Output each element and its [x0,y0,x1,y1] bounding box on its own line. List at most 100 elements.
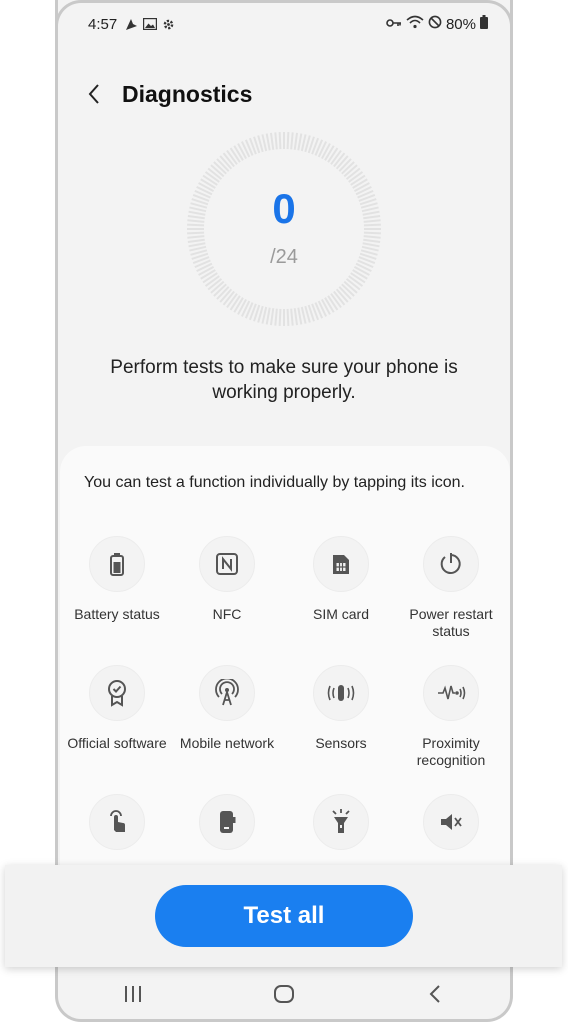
gauge-tick [265,307,271,325]
back-icon [429,985,440,1003]
chevron-left-icon [88,84,99,104]
gauge-tick [278,132,282,150]
test-item-power-restart-status[interactable]: Power restart status [396,536,506,640]
gauge-tick [293,308,299,326]
gauge-tick [300,134,307,152]
settings-icon [162,18,175,31]
test-item-icon-circle [199,536,255,592]
gauge-tick [187,238,205,244]
gauge-tick [363,238,381,244]
test-item-icon-circle [89,794,145,850]
gallery-icon [143,18,158,30]
header: Diagnostics [82,74,252,114]
test-item-label: SIM card [312,606,369,622]
gauge-tick [233,145,244,161]
gauge-tick [229,147,241,163]
completed-count: 0 [272,185,296,232]
test-item-label: Battery status [74,606,160,622]
test-item-icon-circle [313,794,369,850]
gauge-tick [286,132,290,150]
recent-apps-button[interactable] [108,974,158,1014]
gauge-tick [200,269,216,280]
navigation-icon [125,18,138,31]
total-count: /24 [270,246,298,268]
gauge-tick [274,308,278,326]
gauge-tick [327,147,339,163]
bottom-action-panel: Test all [5,865,562,967]
test-item-sim-card[interactable]: SIM card [286,536,396,623]
gauge-tick [269,132,275,150]
power-restart-icon [440,553,461,574]
gauge-tick [278,308,282,326]
proximity-wave-icon [438,685,466,700]
gauge-tick [261,134,268,152]
gauge-tick [187,235,205,239]
touch-screen-icon [110,810,125,832]
navigation-bar [58,968,510,1020]
gauge-tick [290,132,294,150]
intro-text: Perform tests to make sure your phone is… [110,357,458,403]
test-item-official-software[interactable]: Official software [62,665,172,752]
page-title: Diagnostics [122,80,253,107]
mobile-network-antenna-icon [215,679,239,706]
test-item-mobile-network[interactable]: Mobile network [172,665,282,752]
back-button[interactable] [82,74,106,114]
home-icon [273,985,294,1003]
home-button[interactable] [259,974,309,1014]
test-item-icon-circle [199,665,255,721]
test-item-label: Power restart status [409,606,493,639]
wifi-icon [406,15,424,33]
do-not-disturb-icon [428,15,442,33]
gauge-tick [327,295,339,311]
speaker-muted-icon [441,814,462,830]
gauge-tick [269,308,275,326]
card-hint: You can test a function individually by … [84,474,465,491]
sensors-vibration-icon [327,685,355,701]
phone-side-icon [220,811,236,833]
tests-card: You can test a function individually by … [60,446,510,886]
vpn-key-icon [386,16,402,33]
gauge-tick [202,272,218,284]
test-item-touch-screen[interactable] [62,794,172,864]
test-item-icon-circle [89,665,145,721]
gauge-tick [293,132,299,150]
test-item-phone-side[interactable] [172,794,282,864]
test-item-icon-circle [423,665,479,721]
battery-icon [480,15,488,33]
test-item-label: Sensors [315,735,367,751]
battery-percent: 80% [445,15,476,33]
test-item-icon-circle [423,794,479,850]
test-item-label: Proximity recognition [416,735,486,768]
recent-apps-icon [125,986,142,1002]
gauge-tick [233,297,244,313]
nfc-icon [216,553,238,575]
gauge-tick [290,308,294,326]
test-item-icon-circle [313,665,369,721]
gauge-tick [261,306,268,324]
test-item-flashlight[interactable] [286,794,396,864]
test-item-sensors[interactable]: Sensors [286,665,396,752]
test-item-label: Mobile network [179,735,275,751]
test-item-icon-circle [199,794,255,850]
test-item-battery-status[interactable]: Battery status [62,536,172,623]
back-nav-button[interactable] [410,974,460,1014]
test-item-icon-circle [423,536,479,592]
test-item-label: NFC [212,606,242,622]
test-all-button[interactable]: Test all [155,885,413,947]
gauge-tick [352,269,368,280]
official-software-badge-icon [108,680,126,707]
progress-gauge: 0 /24 [186,131,382,327]
gauge-tick [363,235,381,239]
test-item-nfc[interactable]: NFC [172,536,282,623]
test-item-icon-circle [313,536,369,592]
test-item-speaker[interactable] [396,794,506,864]
gauge-tick [297,133,303,151]
status-time: 4:57 [88,15,118,33]
flashlight-icon [332,809,350,833]
test-item-proximity-recognition[interactable]: Proximity recognition [396,665,506,769]
gauge-tick [202,174,218,186]
status-bar: 4:57 80% [88,12,488,36]
test-item-icon-circle [89,536,145,592]
gauge-tick [300,306,307,324]
gauge-tick [324,297,335,313]
